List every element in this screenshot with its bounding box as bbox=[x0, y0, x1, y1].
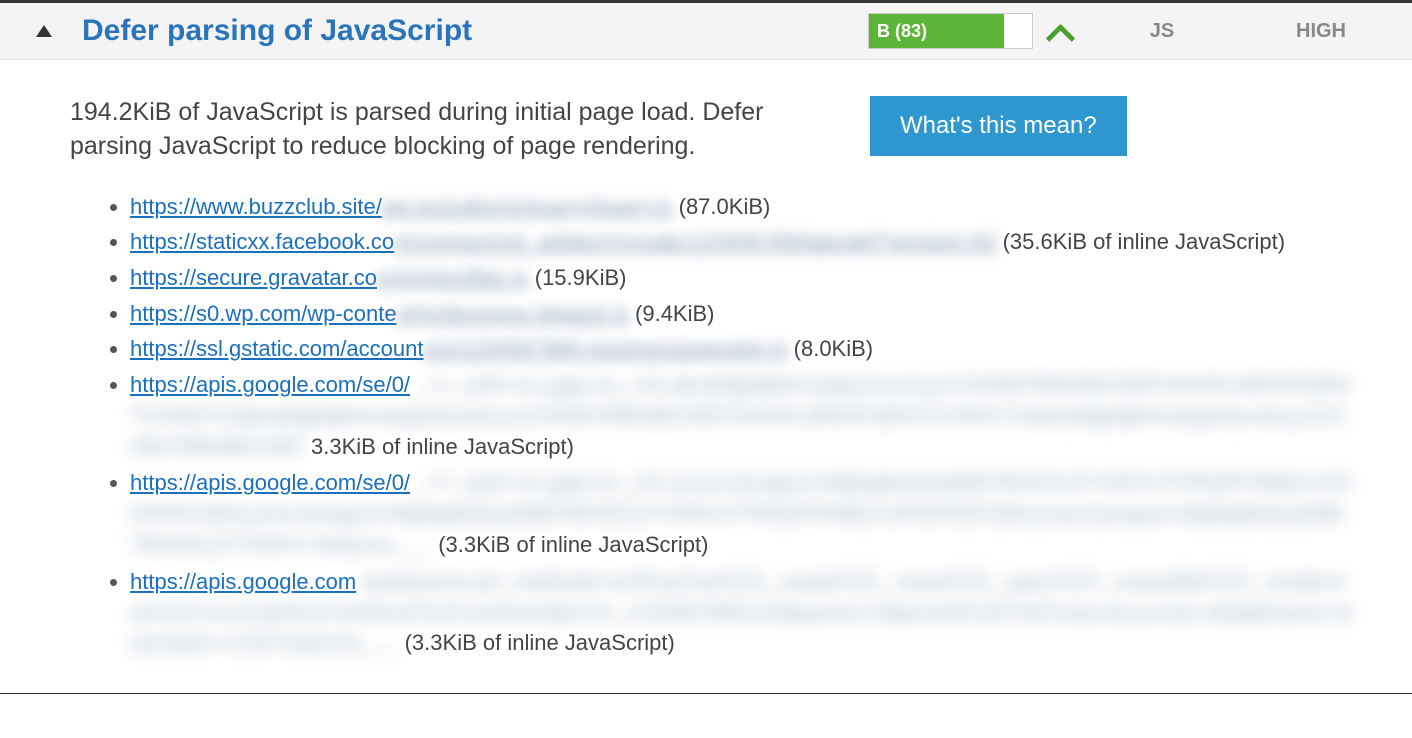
blurred-text: s/o/1234567890-postmessagerelay.js bbox=[423, 336, 787, 361]
chevron-up-icon bbox=[1047, 22, 1073, 40]
whats-this-mean-button[interactable]: What's this mean? bbox=[870, 96, 1127, 156]
resource-size: (3.3KiB of inline JavaScript) bbox=[438, 532, 708, 557]
resource-link[interactable]: https://staticxx.facebook.co bbox=[130, 229, 394, 254]
resource-size: (8.0KiB) bbox=[794, 336, 873, 361]
resource-size: (15.9KiB) bbox=[535, 265, 627, 290]
resource-size: (35.6KiB of inline JavaScript) bbox=[1003, 229, 1285, 254]
resource-size: (87.0KiB) bbox=[679, 194, 771, 219]
resource-link[interactable]: https://apis.google.com/se/0/ bbox=[130, 470, 410, 495]
resource-link[interactable]: https://secure.gravatar.co bbox=[130, 265, 377, 290]
resource-size: (9.4KiB) bbox=[635, 301, 714, 326]
score-bar: B (83) bbox=[868, 13, 1033, 49]
resource-link[interactable]: https://apis.google.com bbox=[130, 569, 356, 594]
audit-content: 194.2KiB of JavaScript is parsed during … bbox=[0, 60, 1412, 693]
list-item: https://www.buzzclub.site/wp-includes/js… bbox=[130, 192, 1354, 222]
list-item: https://apis.google.com/se/0/ _/+/_/js/k… bbox=[130, 468, 1354, 560]
audit-type: JS bbox=[1102, 20, 1222, 43]
resource-link[interactable]: https://www.buzzclub.site/ bbox=[130, 194, 382, 219]
list-item: https://ssl.gstatic.com/accounts/o/12345… bbox=[130, 334, 1354, 364]
list-item: https://s0.wp.com/wp-content/js/devicepx… bbox=[130, 299, 1354, 329]
blurred-text: m/js/gprofiles.js bbox=[377, 265, 529, 290]
resource-link[interactable]: https://s0.wp.com/wp-conte bbox=[130, 301, 397, 326]
score-label: B (83) bbox=[877, 21, 927, 42]
resource-link[interactable]: https://ssl.gstatic.com/account bbox=[130, 336, 423, 361]
audit-panel: Defer parsing of JavaScript B (83) JS HI… bbox=[0, 0, 1412, 694]
list-item: https://staticxx.facebook.com/connect/xd… bbox=[130, 227, 1354, 257]
resource-list: https://www.buzzclub.site/wp-includes/js… bbox=[70, 192, 1354, 660]
audit-description: 194.2KiB of JavaScript is parsed during … bbox=[70, 96, 830, 164]
resource-size: 3.3KiB of inline JavaScript) bbox=[311, 434, 574, 459]
collapse-caret-icon[interactable] bbox=[36, 25, 52, 37]
audit-title: Defer parsing of JavaScript bbox=[82, 14, 844, 48]
blurred-text: m/connect/xd_arbiter/r/xyzabc1234567890a… bbox=[394, 229, 996, 254]
score-wrap: B (83) bbox=[868, 13, 1078, 49]
resource-size: (3.3KiB of inline JavaScript) bbox=[405, 630, 675, 655]
blurred-text: nt/js/devicepx-jetpack.js bbox=[397, 301, 629, 326]
score-fill: B (83) bbox=[869, 14, 1004, 48]
list-item: https://secure.gravatar.com/js/gprofiles… bbox=[130, 263, 1354, 293]
blurred-text: wp-includes/js/jquery/jquery.js bbox=[382, 194, 673, 219]
audit-priority: HIGH bbox=[1246, 20, 1396, 43]
resource-link[interactable]: https://apis.google.com/se/0/ bbox=[130, 372, 410, 397]
audit-header[interactable]: Defer parsing of JavaScript B (83) JS HI… bbox=[0, 3, 1412, 60]
list-item: https://apis.google.com /js/plusone.js#_… bbox=[130, 567, 1354, 659]
list-item: https://apis.google.com/se/0/ _/+/_/js/k… bbox=[130, 370, 1354, 462]
